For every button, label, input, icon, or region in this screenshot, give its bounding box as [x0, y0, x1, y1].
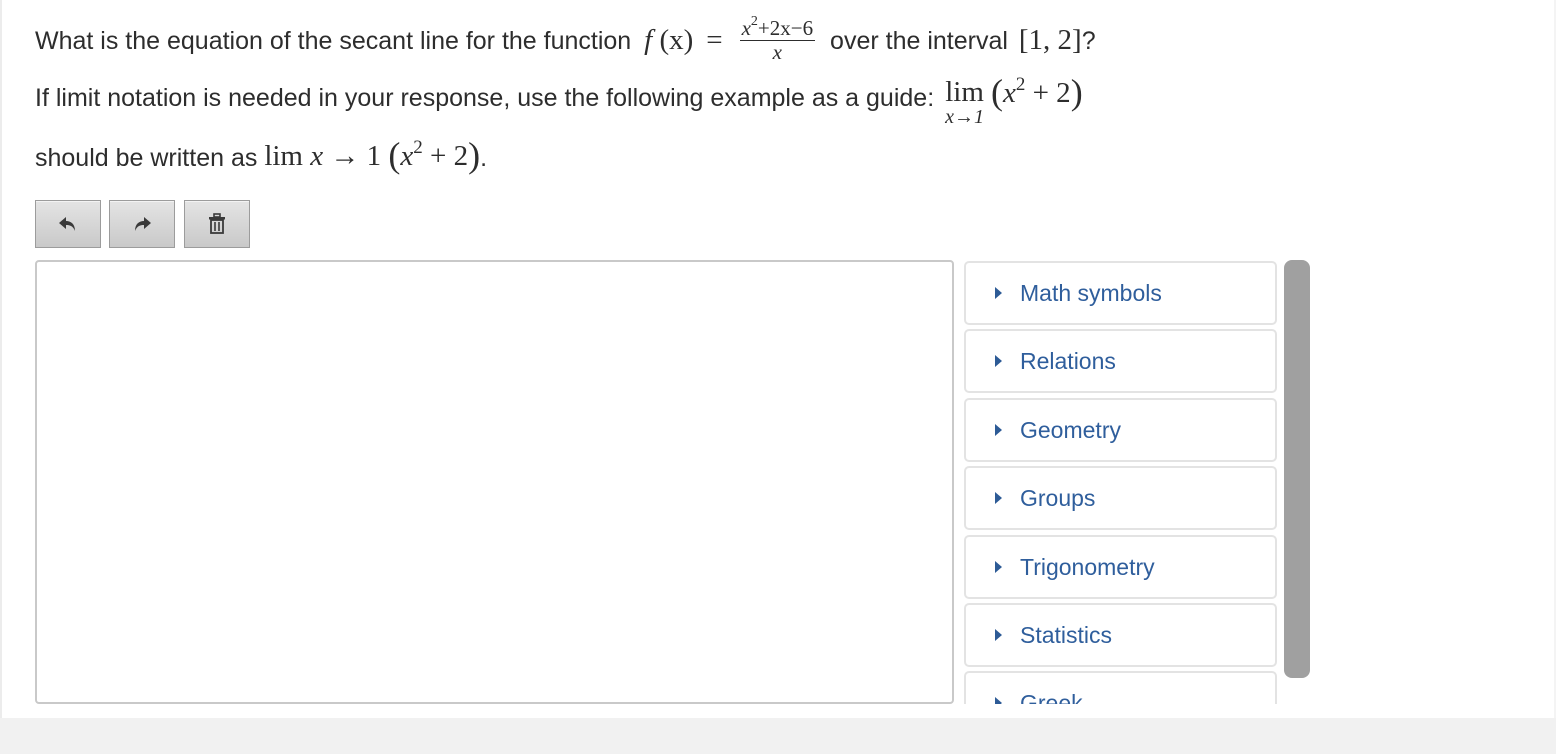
fraction-numerator: x2+2x−6 — [739, 14, 816, 41]
question-text-3: should be written as — [35, 144, 258, 172]
fraction-denominator: x — [772, 40, 782, 64]
period: . — [480, 144, 488, 172]
question-line-3: should be written as lim x → 1 (x2 + 2). — [35, 135, 488, 176]
palette-item-label: Trigonometry — [1020, 553, 1155, 580]
redo-icon — [131, 214, 153, 234]
palette-math-symbols[interactable]: Math symbols — [964, 261, 1277, 325]
fraction: x2+2x−6 x — [739, 14, 816, 64]
palette-geometry[interactable]: Geometry — [964, 398, 1277, 462]
limit-subscript: x→1 — [945, 106, 984, 128]
palette-scrollbar[interactable] — [1284, 260, 1310, 678]
limit-example: lim x→1 — [945, 77, 984, 127]
question-line-1: What is the equation of the secant line … — [35, 14, 1096, 67]
answer-input[interactable] — [35, 260, 954, 704]
palette-relations[interactable]: Relations — [964, 329, 1277, 393]
caret-right-icon — [995, 424, 1002, 436]
question-text-2: If limit notation is needed in your resp… — [35, 84, 935, 112]
palette-item-label: Relations — [1020, 347, 1116, 374]
question-text-1: What is the equation of the secant line … — [35, 27, 632, 56]
clear-button[interactable] — [184, 200, 250, 248]
palette-item-label: Statistics — [1020, 621, 1113, 648]
palette-statistics[interactable]: Statistics — [964, 603, 1277, 667]
redo-button[interactable] — [109, 200, 175, 248]
left-border — [0, 0, 2, 718]
palette-groups[interactable]: Groups — [964, 466, 1277, 530]
palette-item-label: Geometry — [1020, 416, 1121, 443]
interval: [1, 2] — [1018, 24, 1082, 57]
undo-button[interactable] — [35, 200, 101, 248]
caret-right-icon — [995, 287, 1002, 299]
caret-right-icon — [995, 355, 1002, 367]
footer-band — [0, 718, 1556, 754]
palette-item-label: Math symbols — [1020, 279, 1162, 306]
palette-item-label: Groups — [1020, 484, 1096, 511]
function-name: f (x) — [644, 24, 694, 57]
inline-limit: lim x → 1 (x2 + 2) — [264, 135, 481, 175]
caret-right-icon — [995, 629, 1002, 641]
limit-expression: (x2 + 2) — [990, 72, 1083, 112]
undo-icon — [57, 214, 79, 234]
limit-word: lim — [945, 76, 984, 108]
trash-icon — [207, 213, 227, 235]
caret-right-icon — [995, 492, 1002, 504]
equals-sign: = — [706, 24, 723, 57]
caret-right-icon — [995, 697, 1002, 704]
question-mark: ? — [1081, 27, 1096, 56]
palette-greek[interactable]: Greek — [964, 671, 1277, 704]
palette-trigonometry[interactable]: Trigonometry — [964, 535, 1277, 599]
symbol-palette: Math symbols Relations Geometry Groups T… — [964, 261, 1278, 704]
question-line-2: If limit notation is needed in your resp… — [35, 72, 1083, 129]
caret-right-icon — [995, 561, 1002, 573]
question-text-interval: over the interval — [830, 27, 1008, 56]
palette-item-label: Greek — [1020, 689, 1083, 705]
